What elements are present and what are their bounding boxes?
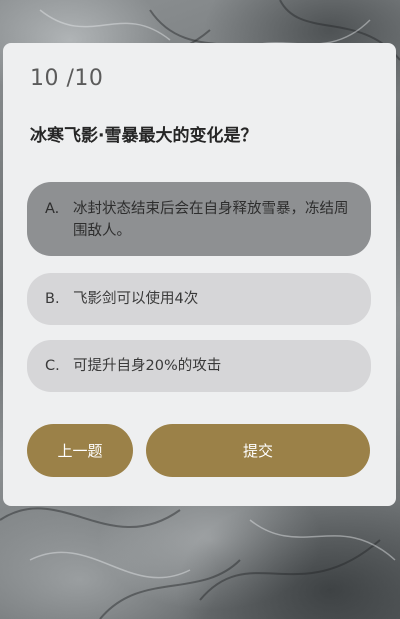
answer-option-b[interactable]: B. 飞影剑可以使用4次	[27, 273, 371, 325]
question-counter: 10 /10	[30, 66, 104, 91]
option-text: 可提升自身20%的攻击	[73, 358, 222, 374]
option-letter: B.	[45, 291, 60, 307]
answer-option-a[interactable]: A. 冰封状态结束后会在自身释放雪暴，冻结周围敌人。	[27, 182, 371, 256]
previous-question-button[interactable]: 上一题	[27, 424, 133, 477]
submit-button[interactable]: 提交	[146, 424, 370, 477]
option-letter: A.	[45, 201, 60, 217]
option-letter: C.	[45, 358, 60, 374]
question-title: 冰寒飞影·雪暴最大的变化是？	[30, 126, 258, 146]
quiz-card: 10 /10 冰寒飞影·雪暴最大的变化是？ A. 冰封状态结束后会在自身释放雪暴…	[3, 43, 396, 506]
option-text: 飞影剑可以使用4次	[73, 291, 199, 307]
option-text: 冰封状态结束后会在自身释放雪暴，冻结周围敌人。	[73, 201, 349, 239]
answer-option-c[interactable]: C. 可提升自身20%的攻击	[27, 340, 371, 392]
